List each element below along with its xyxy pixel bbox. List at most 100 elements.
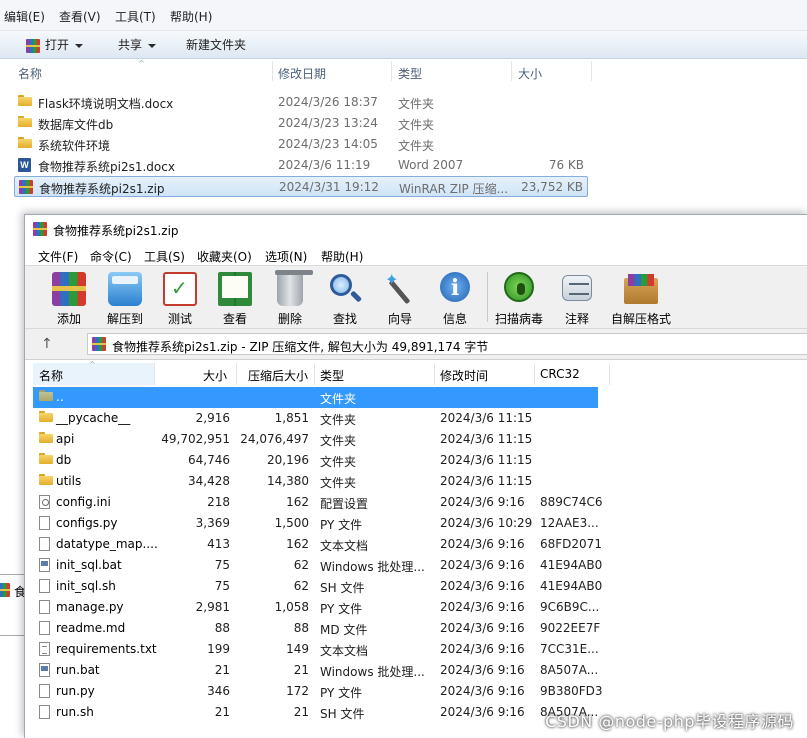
entry-name: __pycache__: [56, 411, 131, 425]
delete-button[interactable]: 删除: [262, 270, 318, 326]
file-row-selected[interactable]: 食物推荐系统pi2s1.zip 2024/3/31 19:12 WinRAR Z…: [14, 176, 588, 197]
archive-row[interactable]: utils 34,428 14,380 文件夹 2024/3/6 11:15: [33, 471, 623, 492]
explorer-menu-help[interactable]: 帮助(H): [170, 8, 212, 25]
menu-commands[interactable]: 命令(C): [90, 248, 132, 265]
archive-row[interactable]: db 64,746 20,196 文件夹 2024/3/6 11:15: [33, 450, 623, 471]
archive-row[interactable]: init_sql.bat 75 62 Windows 批处理... 2024/3/6 9…: [33, 555, 623, 576]
entry-size: 21: [214, 663, 230, 677]
entry-packed-size: 21: [293, 705, 309, 719]
column-type[interactable]: 类型: [320, 367, 344, 384]
column-name[interactable]: 名称: [39, 367, 63, 384]
column-divider[interactable]: [434, 363, 435, 385]
menu-file[interactable]: 文件(F): [38, 248, 78, 265]
column-name[interactable]: 名称: [18, 65, 42, 82]
entry-packed-size: 24,076,497: [240, 432, 309, 446]
archive-row[interactable]: init_sql.sh 75 62 SH 文件 2024/3/6 9:16 41E94AB…: [33, 576, 623, 597]
test-button[interactable]: 测试: [152, 270, 208, 326]
column-divider[interactable]: [154, 363, 155, 385]
menu-favorites[interactable]: 收藏夹(O): [197, 248, 252, 265]
column-type[interactable]: 类型: [398, 65, 422, 82]
open-button[interactable]: 打开: [26, 36, 84, 53]
explorer-menu-view[interactable]: 查看(V): [59, 8, 101, 25]
up-arrow-icon[interactable]: ↑: [41, 336, 53, 352]
file-row[interactable]: W 食物推荐系统pi2s1.docx 2024/3/6 11:19 Word 2…: [14, 155, 588, 176]
file-row[interactable]: 系统软件环境 2024/3/23 14:05 文件夹: [14, 134, 588, 155]
find-icon: [328, 272, 362, 306]
archive-row[interactable]: run.bat 21 21 Windows 批处理... 2024/3/6 9:16 8A…: [33, 660, 623, 681]
column-divider[interactable]: [534, 363, 535, 385]
sort-up-icon: ^: [138, 59, 145, 68]
archive-row-selected[interactable]: .. 文件夹: [33, 387, 598, 408]
new-folder-button[interactable]: 新建文件夹: [186, 36, 246, 53]
entry-packed-size: 162: [286, 495, 309, 509]
archive-row[interactable]: run.py 346 172 PY 文件 2024/3/6 9:16 9B380FD3: [33, 681, 623, 702]
menu-help[interactable]: 帮助(H): [321, 248, 363, 265]
entry-modified: 2024/3/6 9:16: [440, 621, 525, 635]
column-divider[interactable]: [391, 61, 392, 81]
archive-row[interactable]: requirements.txt 199 149 文本文档 2024/3/6 9:16 7…: [33, 639, 623, 660]
column-modified[interactable]: 修改时间: [440, 367, 488, 384]
column-modified[interactable]: 修改日期: [278, 65, 326, 82]
explorer-menu-edit[interactable]: 编辑(E): [4, 8, 45, 25]
column-size[interactable]: 大小: [518, 65, 542, 82]
winrar-titlebar[interactable]: 食物推荐系统pi2s1.zip: [25, 215, 807, 243]
entry-name: ..: [56, 390, 64, 404]
archive-row[interactable]: config.ini 218 162 配置设置 2024/3/6 9:16 889C74C…: [33, 492, 623, 513]
menu-tools[interactable]: 工具(S): [144, 248, 185, 265]
file-name: 食物推荐系统pi2s1.zip: [39, 182, 165, 196]
entry-crc32: 9B380FD3: [540, 684, 603, 698]
column-divider[interactable]: [511, 61, 512, 81]
archive-row[interactable]: run.sh 21 21 SH 文件 2024/3/6 9:16 8A507A...: [33, 702, 623, 723]
archive-row[interactable]: manage.py 2,981 1,058 PY 文件 2024/3/6 9:16 9C6…: [33, 597, 623, 618]
entry-name: datatype_map....: [56, 537, 158, 551]
archive-path-field[interactable]: 食物推荐系统pi2s1.zip - ZIP 压缩文件, 解包大小为 49,891…: [87, 333, 807, 355]
file-name: 系统软件环境: [38, 139, 111, 153]
entry-modified: 2024/3/6 9:16: [440, 495, 525, 509]
wizard-icon: [383, 270, 417, 306]
column-divider[interactable]: [314, 363, 315, 385]
entry-packed-size: 1,500: [274, 516, 309, 530]
column-divider[interactable]: [236, 363, 237, 385]
comment-button[interactable]: 注释: [549, 270, 605, 326]
menu-options[interactable]: 选项(N): [265, 248, 307, 265]
find-button[interactable]: 查找: [317, 270, 373, 326]
entry-size: 75: [214, 579, 230, 593]
column-divider[interactable]: [272, 61, 273, 81]
batch-file-icon: [39, 558, 50, 572]
archive-row[interactable]: datatype_map.... 413 162 文本文档 2024/3/6 9:16 6…: [33, 534, 623, 555]
view-button[interactable]: 查看: [207, 270, 263, 326]
chevron-down-icon: [148, 43, 157, 48]
file-icon: [39, 621, 50, 635]
archive-row[interactable]: __pycache__ 2,916 1,851 文件夹 2024/3/6 11:15: [33, 408, 623, 429]
file-row[interactable]: Flask环境说明文档.docx 2024/3/26 18:37 文件夹: [14, 92, 588, 113]
virus-scan-button[interactable]: 扫描病毒: [491, 270, 547, 326]
entry-type: Windows 批处理...: [320, 560, 425, 574]
info-button[interactable]: 信息: [427, 270, 483, 326]
entry-packed-size: 172: [286, 684, 309, 698]
column-size[interactable]: 大小: [203, 367, 227, 384]
sfx-button[interactable]: 自解压格式: [611, 270, 671, 326]
archive-row[interactable]: api 49,702,951 24,076,497 文件夹 2024/3/6 11:15: [33, 429, 623, 450]
winrar-menubar: 文件(F) 命令(C) 工具(S) 收藏夹(O) 选项(N) 帮助(H): [25, 245, 807, 265]
entry-modified: 2024/3/6 9:16: [440, 579, 525, 593]
explorer-menu-tools[interactable]: 工具(T): [115, 8, 156, 25]
column-divider[interactable]: [609, 363, 610, 385]
archive-row[interactable]: configs.py 3,369 1,500 PY 文件 2024/3/6 10:29 1…: [33, 513, 623, 534]
column-packed-size[interactable]: 压缩后大小: [248, 367, 308, 384]
entry-crc32: 41E94AB0: [540, 558, 603, 572]
entry-packed-size: 1,851: [274, 411, 309, 425]
entry-packed-size: 88: [293, 621, 309, 635]
folder-icon: [18, 137, 32, 148]
wizard-button[interactable]: 向导: [372, 270, 428, 326]
extract-to-button[interactable]: 解压到: [97, 270, 153, 326]
find-button-label: 查找: [332, 312, 357, 326]
archive-row[interactable]: readme.md 88 88 MD 文件 2024/3/6 9:16 9022EE7F: [33, 618, 623, 639]
entry-type: Windows 批处理...: [320, 665, 425, 679]
entry-size: 75: [214, 558, 230, 572]
column-crc32[interactable]: CRC32: [540, 367, 580, 381]
file-row[interactable]: 数据库文件db 2024/3/23 13:24 文件夹: [14, 113, 588, 134]
entry-packed-size: 62: [293, 558, 309, 572]
add-button[interactable]: 添加: [41, 270, 97, 326]
share-button[interactable]: 共享: [118, 36, 157, 53]
column-divider[interactable]: [591, 61, 592, 81]
